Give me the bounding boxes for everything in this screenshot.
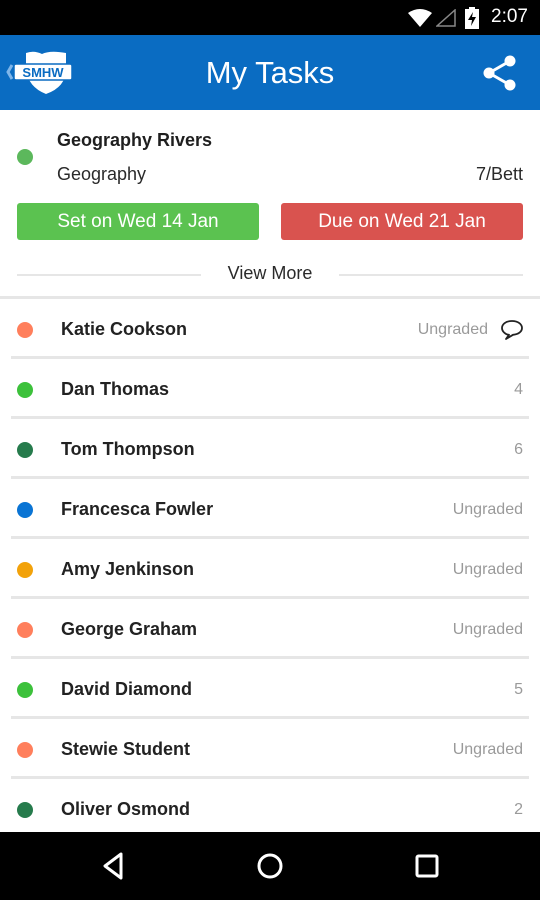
student-status-dot	[17, 562, 33, 578]
back-icon[interactable]	[96, 849, 130, 883]
task-status-dot	[17, 149, 33, 165]
divider	[339, 274, 523, 276]
student-row[interactable]: George Graham Ungraded	[0, 599, 540, 659]
app-bar: SMHW My Tasks	[0, 35, 540, 110]
student-grade: 2	[514, 801, 523, 818]
student-grade: Ungraded	[452, 621, 523, 638]
student-name: David Diamond	[61, 679, 193, 699]
student-status-dot	[17, 622, 33, 638]
student-grade: 4	[514, 381, 523, 398]
student-grade: Ungraded	[452, 741, 523, 758]
task-class: 7/Bett	[475, 164, 523, 184]
student-name: Tom Thompson	[61, 439, 195, 459]
student-row[interactable]: Francesca Fowler Ungraded	[0, 479, 540, 539]
student-name: Stewie Student	[61, 739, 191, 759]
wifi-icon	[408, 9, 432, 27]
student-status-dot	[17, 502, 33, 518]
navigation-bar	[0, 832, 540, 900]
student-row[interactable]: Dan Thomas 4	[0, 359, 540, 419]
battery-charging-icon	[465, 7, 479, 29]
student-grade: Ungraded	[452, 561, 523, 578]
student-row[interactable]: Oliver Osmond 2	[0, 779, 540, 839]
set-date-button[interactable]: Set on Wed 14 Jan	[17, 203, 259, 240]
task-summary: Geography Rivers Geography 7/Bett Set on…	[0, 110, 540, 297]
cell-signal-icon	[436, 9, 456, 27]
task-subject: Geography	[57, 164, 147, 184]
student-grade: 6	[514, 441, 523, 458]
student-name: Katie Cookson	[61, 319, 188, 339]
comment-icon[interactable]	[500, 319, 524, 341]
share-icon[interactable]	[481, 54, 519, 92]
student-name: George Graham	[61, 619, 198, 639]
student-list: Katie Cookson Ungraded Dan Thomas 4 Tom Thom…	[0, 299, 540, 839]
view-more: View More	[0, 262, 540, 286]
student-row[interactable]: Amy Jenkinson Ungraded	[0, 539, 540, 599]
status-bar: 2:07	[0, 0, 540, 35]
student-grade: Ungraded	[452, 501, 523, 518]
clock: 2:07	[491, 6, 528, 27]
student-row[interactable]: David Diamond 5	[0, 659, 540, 719]
student-name: Amy Jenkinson	[61, 559, 195, 579]
student-status-dot	[17, 682, 33, 698]
student-status-dot	[17, 802, 33, 818]
student-status-dot	[17, 742, 33, 758]
student-name: Dan Thomas	[61, 379, 170, 399]
student-name: Francesca Fowler	[61, 499, 214, 519]
student-grade: 5	[514, 681, 523, 698]
student-grade: Ungraded	[417, 321, 488, 338]
page-title: My Tasks	[205, 55, 335, 90]
student-row[interactable]: Stewie Student Ungraded	[0, 719, 540, 779]
student-row[interactable]: Katie Cookson Ungraded	[0, 299, 540, 359]
student-name: Oliver Osmond	[61, 799, 191, 819]
student-row[interactable]: Tom Thompson 6	[0, 419, 540, 479]
home-icon[interactable]	[253, 849, 287, 883]
student-status-dot	[17, 442, 33, 458]
student-status-dot	[17, 382, 33, 398]
due-date-button[interactable]: Due on Wed 21 Jan	[281, 203, 523, 240]
task-title: Geography Rivers	[57, 130, 213, 150]
student-status-dot	[17, 322, 33, 338]
recent-apps-icon[interactable]	[410, 849, 444, 883]
